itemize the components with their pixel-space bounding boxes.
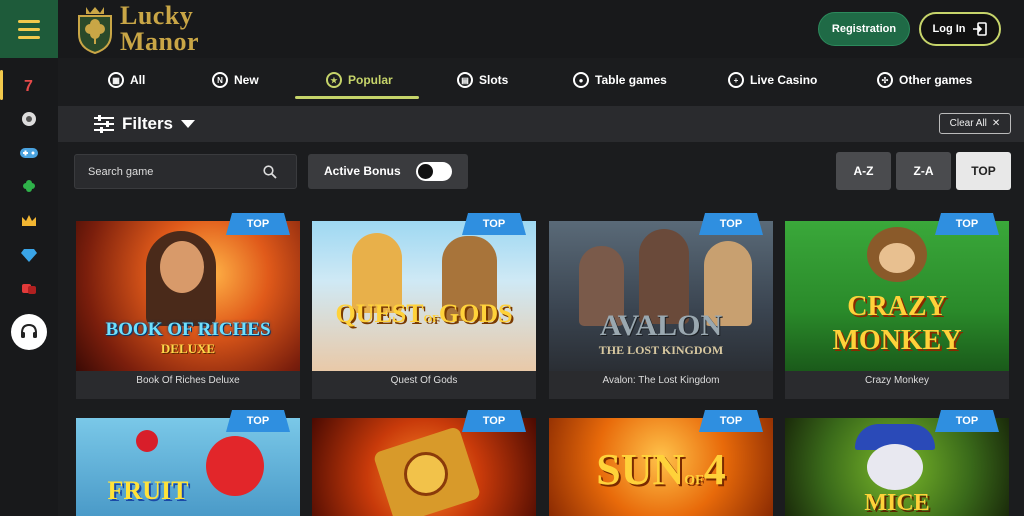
- live-icon: +: [728, 72, 744, 88]
- game-art-title: FRUIT: [107, 476, 189, 505]
- tab-label: Popular: [348, 73, 393, 87]
- search-icon[interactable]: [263, 165, 277, 179]
- dice-icon[interactable]: [18, 278, 40, 300]
- active-bonus-control: Active Bonus: [308, 154, 468, 189]
- top-badge: TOP: [226, 410, 290, 432]
- tab-label: New: [234, 73, 259, 87]
- game-card[interactable]: TOP AVALON THE LOST KINGDOM Avalon: The …: [549, 213, 773, 399]
- gamepad-icon[interactable]: [18, 142, 40, 164]
- search-input[interactable]: [75, 155, 255, 188]
- clear-all-label: Clear All: [949, 118, 987, 129]
- game-thumbnail: MICE: [785, 418, 1009, 516]
- game-thumbnail: SUNOF4: [549, 418, 773, 516]
- login-icon: [972, 22, 987, 36]
- tab-other-games[interactable]: ✣ Other games: [877, 58, 972, 102]
- grid-icon: ▦: [108, 72, 124, 88]
- top-badge: TOP: [462, 410, 526, 432]
- clover-icon[interactable]: [18, 176, 40, 198]
- filters-toggle[interactable]: Filters: [94, 110, 196, 138]
- tab-slots[interactable]: ▤ Slots: [457, 58, 508, 102]
- tab-live-casino[interactable]: + Live Casino: [728, 58, 817, 102]
- active-bonus-label: Active Bonus: [324, 164, 401, 178]
- clover-shield-icon: [76, 4, 114, 55]
- crown-icon[interactable]: [18, 210, 40, 232]
- category-tabs: ▦ All N New ★ Popular ▤ Slots ● Table ga…: [58, 58, 1024, 106]
- game-thumbnail: BOOK OF RICHES DELUXE: [76, 221, 300, 371]
- game-name: Crazy Monkey: [865, 375, 929, 386]
- sort-a-z-button[interactable]: A-Z: [836, 152, 891, 190]
- game-card[interactable]: TOP QUESTOFGODS Quest Of Gods: [312, 213, 536, 399]
- filters-bar: Filters Clear All ✕: [58, 106, 1024, 142]
- logo[interactable]: Lucky Manor: [76, 0, 199, 58]
- game-name: Avalon: The Lost Kingdom: [602, 375, 720, 386]
- game-art-title: AVALON: [599, 309, 723, 342]
- game-name: Book Of Riches Deluxe: [136, 375, 240, 386]
- sort-top-button[interactable]: TOP: [956, 152, 1011, 190]
- sidebar: 7: [0, 58, 58, 516]
- top-badge: TOP: [935, 410, 999, 432]
- tab-label: Live Casino: [750, 73, 818, 87]
- game-thumbnail: [312, 418, 536, 516]
- game-card[interactable]: TOP CRAZY MONKEY Crazy Monkey: [785, 213, 1009, 399]
- registration-button[interactable]: Registration: [818, 12, 910, 46]
- tab-label: All: [130, 73, 146, 87]
- game-card[interactable]: TOP SUNOF4: [549, 410, 773, 516]
- roulette-icon[interactable]: [18, 108, 40, 130]
- tab-new[interactable]: N New: [212, 58, 259, 102]
- game-art-subtitle: THE LOST KINGDOM: [598, 343, 724, 357]
- search-box: [74, 154, 297, 189]
- top-badge: TOP: [226, 213, 290, 235]
- game-thumbnail: CRAZY MONKEY: [785, 221, 1009, 371]
- brand-line-2: Manor: [120, 27, 200, 56]
- login-button[interactable]: Log In: [919, 12, 1001, 46]
- game-art-subtitle: MONKEY: [832, 325, 962, 356]
- tab-label: Slots: [479, 73, 509, 87]
- top-badge: TOP: [699, 213, 763, 235]
- tab-table-games[interactable]: ● Table games: [573, 58, 667, 102]
- close-icon: ✕: [991, 118, 1001, 129]
- clear-all-button[interactable]: Clear All ✕: [939, 113, 1011, 134]
- menu-icon[interactable]: [0, 0, 58, 58]
- new-icon: N: [212, 72, 228, 88]
- game-art-subtitle: DELUXE: [160, 341, 216, 356]
- game-art-title: BOOK OF RICHES: [105, 319, 271, 340]
- active-bonus-toggle[interactable]: [416, 162, 452, 181]
- diamond-icon[interactable]: [18, 244, 40, 266]
- game-card[interactable]: TOP: [312, 410, 536, 516]
- sort-z-a-button[interactable]: Z-A: [896, 152, 951, 190]
- game-art-title: QUESTOFGODS: [335, 299, 513, 328]
- sidebar-active-indicator: [0, 70, 3, 100]
- tab-all[interactable]: ▦ All: [108, 58, 145, 102]
- game-thumbnail: AVALON THE LOST KINGDOM: [549, 221, 773, 371]
- headset-icon[interactable]: [11, 314, 47, 350]
- game-card[interactable]: TOP MICE: [785, 410, 1009, 516]
- game-art-title: MICE: [864, 490, 930, 516]
- top-badge: TOP: [462, 213, 526, 235]
- game-art-title: CRAZY: [847, 291, 947, 322]
- popular-icon: ★: [326, 72, 342, 88]
- game-card[interactable]: TOP BOOK OF RICHES DELUXE Book Of Riches…: [76, 213, 300, 399]
- game-card[interactable]: TOP FRUIT: [76, 410, 300, 516]
- game-name: Quest Of Gods: [390, 375, 458, 386]
- game-art-title: SUNOF4: [596, 445, 726, 494]
- other-games-icon: ✣: [877, 72, 893, 88]
- game-thumbnail: QUESTOFGODS: [312, 221, 536, 371]
- svg-text:7: 7: [24, 78, 33, 94]
- slot-machine-icon[interactable]: 7: [18, 74, 40, 96]
- slots-icon: ▤: [457, 72, 473, 88]
- top-badge: TOP: [935, 213, 999, 235]
- tab-label: Other games: [899, 73, 973, 87]
- top-header: Lucky Manor Registration Log In: [0, 0, 1024, 58]
- filters-label: Filters: [122, 114, 174, 133]
- active-tab-underline: [295, 96, 419, 99]
- sliders-icon: [94, 115, 114, 133]
- login-label: Log In: [932, 23, 966, 35]
- game-thumbnail: FRUIT: [76, 418, 300, 516]
- brand-line-1: Lucky: [120, 1, 194, 30]
- caret-down-icon: [181, 120, 196, 128]
- tab-label: Table games: [595, 73, 667, 87]
- chip-icon: ●: [573, 72, 589, 88]
- top-badge: TOP: [699, 410, 763, 432]
